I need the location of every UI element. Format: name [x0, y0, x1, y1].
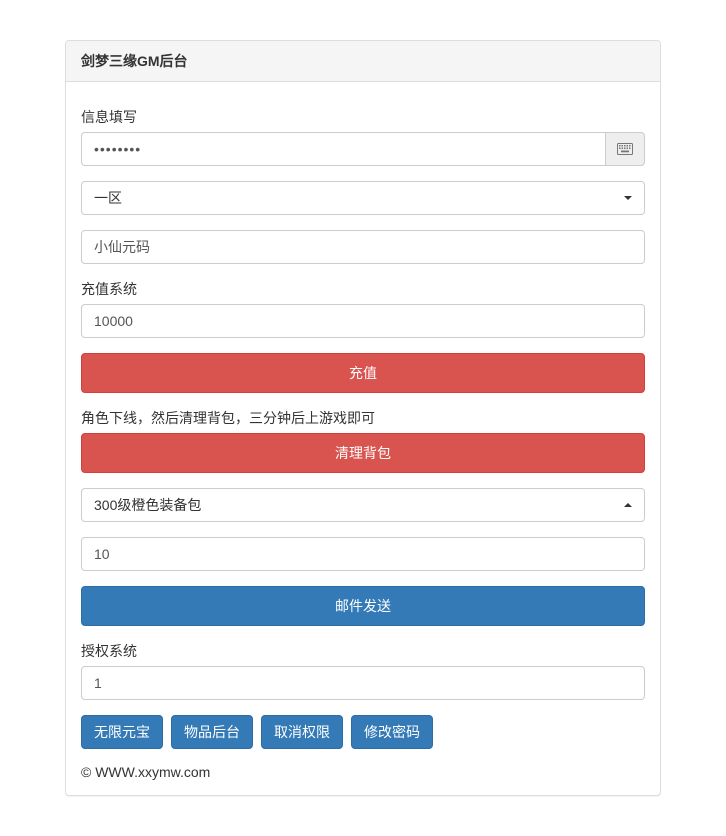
recharge-button[interactable]: 充值	[81, 353, 645, 393]
mail-send-button[interactable]: 邮件发送	[81, 586, 645, 626]
chevron-down-icon	[624, 196, 632, 200]
chevron-up-icon	[624, 503, 632, 507]
panel-title: 剑梦三缘GM后台	[81, 53, 188, 69]
keyboard-icon[interactable]	[605, 132, 645, 166]
recharge-label: 充值系统	[81, 279, 645, 299]
password-input[interactable]	[81, 132, 605, 166]
item-selected-label: 300级橙色装备包	[94, 495, 201, 515]
zone-select[interactable]: 一区	[81, 181, 645, 215]
code-input[interactable]	[81, 230, 645, 264]
auth-button-row: 无限元宝 物品后台 取消权限 修改密码	[81, 715, 645, 749]
zone-selected-label: 一区	[94, 188, 122, 208]
clear-bag-button[interactable]: 清理背包	[81, 433, 645, 473]
auth-label: 授权系统	[81, 641, 645, 661]
unlimited-gold-button[interactable]: 无限元宝	[81, 715, 163, 749]
panel-body: 信息填写 一区 充值系统 充值 角色下线，然后清理背包，三分钟后上游戏即可 清理…	[66, 82, 660, 795]
password-group	[81, 132, 645, 166]
item-select[interactable]: 300级橙色装备包	[81, 488, 645, 522]
auth-input[interactable]	[81, 666, 645, 700]
item-backend-button[interactable]: 物品后台	[171, 715, 253, 749]
info-label: 信息填写	[81, 107, 645, 127]
change-password-button[interactable]: 修改密码	[351, 715, 433, 749]
revoke-auth-button[interactable]: 取消权限	[261, 715, 343, 749]
recharge-amount-input[interactable]	[81, 304, 645, 338]
footer-text: © WWW.xxymw.com	[81, 764, 645, 780]
panel-heading: 剑梦三缘GM后台	[66, 41, 660, 82]
admin-panel: 剑梦三缘GM后台 信息填写 一区 充值系统 充值 角色下线，然后清理背包，三分钟…	[65, 40, 661, 796]
mail-qty-input[interactable]	[81, 537, 645, 571]
clear-note: 角色下线，然后清理背包，三分钟后上游戏即可	[81, 408, 645, 428]
